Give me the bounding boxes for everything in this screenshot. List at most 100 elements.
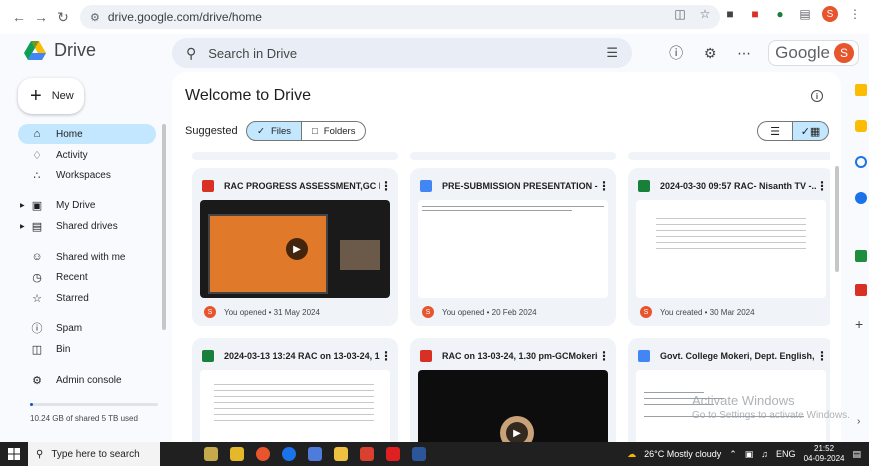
taskbar-app-chrome[interactable]: [252, 442, 274, 466]
sidebar-item-recent[interactable]: ◷ Recent: [18, 267, 156, 287]
addon-icon[interactable]: [855, 284, 867, 296]
bookmark-star-icon[interactable]: ☆: [697, 6, 713, 22]
home-icon: ⌂: [33, 128, 41, 140]
drive-logo[interactable]: Drive: [24, 40, 96, 61]
help-icon[interactable]: ⓘ: [666, 43, 686, 63]
language-indicator[interactable]: ENG: [776, 449, 796, 459]
expand-caret-icon[interactable]: ▶: [20, 223, 25, 230]
file-card[interactable]: 2024-03-30 09:57 RAC- Nisanth TV -... ⋮ …: [628, 168, 830, 326]
file-card[interactable]: RAC on 13-03-24, 1.30 pm-GCMokeri-... ⋮ …: [410, 338, 616, 442]
chevron-up-icon[interactable]: ⌃: [729, 449, 737, 460]
extension-icon[interactable]: ■: [722, 6, 738, 22]
more-actions-icon[interactable]: ⋮: [380, 179, 392, 193]
sidebar-item-shared-drives[interactable]: ▶ ▤ Shared drives: [18, 216, 156, 236]
thumbnail-line: [214, 390, 374, 391]
back-icon[interactable]: ←: [8, 6, 30, 28]
account-button[interactable]: Google S: [768, 40, 859, 66]
file-card[interactable]: 2024-03-13 13:24 RAC on 13-03-24, 1... ⋮: [192, 338, 398, 442]
notification-icon[interactable]: ▤: [852, 449, 861, 460]
taskbar-app-photo[interactable]: [200, 442, 222, 466]
reload-icon[interactable]: ↻: [52, 6, 74, 28]
file-card[interactable]: Govt. College Mokeri, Dept. English, N..…: [628, 338, 830, 442]
taskbar-app-word[interactable]: [408, 442, 430, 466]
weather-text[interactable]: 26°C Mostly cloudy: [644, 449, 721, 459]
storage-progress-fill: [30, 403, 33, 406]
browser-profile-avatar[interactable]: S: [822, 6, 838, 22]
taskbar-app-media[interactable]: [226, 442, 248, 466]
site-settings-icon[interactable]: ⚙: [90, 11, 100, 24]
sidebar-item-shared-with-me[interactable]: ☺ Shared with me: [18, 247, 156, 267]
sidebar-item-admin-console[interactable]: ⚙ Admin console: [18, 370, 156, 390]
maps-icon[interactable]: [855, 250, 867, 262]
browser-menu-icon[interactable]: ⋮: [847, 6, 863, 22]
activate-windows-subtitle: Go to Settings to activate Windows.: [692, 410, 850, 421]
main-scrollbar[interactable]: [835, 166, 839, 272]
clock[interactable]: 21:52 04-09-2024: [804, 444, 845, 464]
sidebar-item-label: Home: [56, 128, 83, 140]
taskbar-app-explorer[interactable]: [330, 442, 352, 466]
calendar-icon[interactable]: [855, 84, 867, 96]
network-icon[interactable]: ▣: [745, 449, 754, 460]
volume-icon[interactable]: ♫: [761, 449, 768, 459]
files-chip[interactable]: ✓ Files: [246, 121, 303, 141]
contacts-icon[interactable]: [855, 192, 867, 204]
taskbar-app-bluetooth[interactable]: [278, 442, 300, 466]
sidebar-item-activity[interactable]: ♢ Activity: [18, 145, 156, 165]
avatar[interactable]: S: [834, 43, 854, 63]
install-icon[interactable]: ◫: [672, 6, 688, 22]
more-actions-icon[interactable]: ⋮: [816, 179, 828, 193]
list-view-icon[interactable]: ☰: [757, 121, 793, 141]
taskbar-app-store[interactable]: [356, 442, 378, 466]
sidebar-item-my-drive[interactable]: ▶ ▣ My Drive: [18, 195, 156, 215]
extension-red-icon[interactable]: ■: [747, 6, 763, 22]
new-label: New: [51, 90, 74, 102]
sidebar-item-spam[interactable]: ⓘ Spam: [18, 318, 156, 338]
forward-icon[interactable]: →: [30, 6, 52, 28]
more-actions-icon[interactable]: ⋮: [816, 349, 828, 363]
play-icon[interactable]: ▶: [286, 238, 308, 260]
extensions-puzzle-icon[interactable]: ▤: [797, 6, 813, 22]
expand-caret-icon[interactable]: ▶: [20, 202, 25, 209]
taskbar-search-input[interactable]: Type here to search: [51, 449, 139, 460]
thumbnail-line: [656, 230, 806, 231]
search-options-icon[interactable]: ☰: [606, 45, 618, 61]
search-icon[interactable]: ⚲: [186, 45, 196, 62]
apps-grid-icon[interactable]: ⋯: [734, 43, 754, 63]
sidebar-item-starred[interactable]: ☆ Starred: [18, 288, 156, 308]
storage-text[interactable]: 10.24 GB of shared 5 TB used: [30, 414, 138, 423]
taskbar-app-acrobat[interactable]: [382, 442, 404, 466]
tasks-icon[interactable]: [855, 156, 867, 168]
thumbnail-line: [214, 396, 374, 397]
sidebar-item-bin[interactable]: ◫ Bin: [18, 339, 156, 359]
shared-drives-icon: ▤: [31, 220, 43, 233]
sidebar-scrollbar[interactable]: [162, 124, 166, 330]
folders-chip[interactable]: □ Folders: [302, 121, 367, 141]
chevron-right-icon[interactable]: ›: [857, 416, 860, 427]
search-input[interactable]: Search in Drive: [208, 46, 297, 61]
address-bar[interactable]: ⚙ drive.google.com/drive/home: [80, 5, 720, 29]
clock-icon: ◷: [32, 271, 42, 284]
more-actions-icon[interactable]: ⋮: [380, 349, 392, 363]
extension-green-icon[interactable]: ●: [772, 6, 788, 22]
grid-view-icon[interactable]: ✓▦: [793, 121, 829, 141]
weather-icon[interactable]: ☁: [627, 449, 636, 460]
more-actions-icon[interactable]: ⋮: [598, 179, 610, 193]
new-button[interactable]: + New: [18, 78, 84, 114]
taskbar-search[interactable]: ⚲ Type here to search: [28, 442, 160, 466]
drive-logo-icon: [24, 40, 46, 60]
search-box[interactable]: ⚲ Search in Drive ☰: [172, 38, 632, 68]
keep-icon[interactable]: [855, 120, 867, 132]
play-icon[interactable]: ▶: [506, 422, 528, 442]
sidebar-item-workspaces[interactable]: ∴ Workspaces: [18, 165, 156, 185]
thumbnail-line: [656, 248, 806, 249]
add-addon-icon[interactable]: +: [855, 316, 863, 332]
file-card[interactable]: RAC PROGRESS ASSESSMENT,GC M... ⋮ ▶ S Yo…: [192, 168, 398, 326]
sheets-file-icon: [638, 180, 650, 192]
info-icon[interactable]: i: [811, 90, 823, 102]
file-card[interactable]: PRE-SUBMISSION PRESENTATION -R... ⋮ S Yo…: [410, 168, 616, 326]
sidebar-item-home[interactable]: ⌂ Home: [18, 124, 156, 144]
more-actions-icon[interactable]: ⋮: [598, 349, 610, 363]
windows-start-icon[interactable]: [0, 442, 28, 466]
settings-icon[interactable]: ⚙: [700, 43, 720, 63]
taskbar-app-pen[interactable]: [304, 442, 326, 466]
